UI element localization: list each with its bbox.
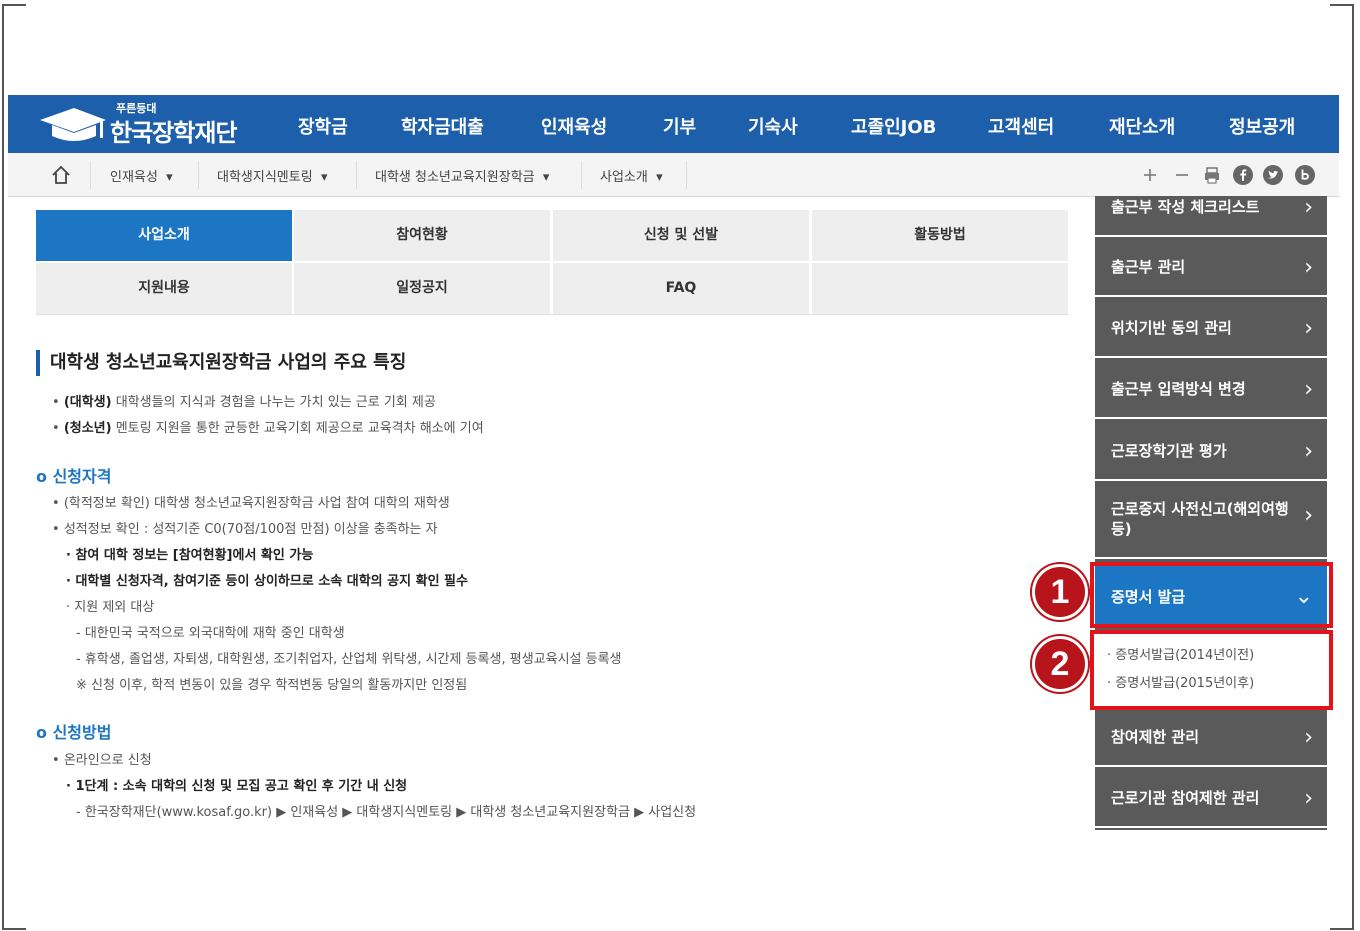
chevron-right-icon: › bbox=[1304, 377, 1313, 402]
home-icon[interactable] bbox=[50, 164, 72, 186]
chevron-right-icon: › bbox=[1304, 255, 1313, 280]
divider bbox=[686, 161, 687, 189]
chevron-down-icon: ▾ bbox=[166, 170, 173, 185]
section-heading-eligibility: o 신청자격 bbox=[36, 467, 112, 486]
chevron-down-icon: ▾ bbox=[320, 170, 328, 185]
facebook-icon[interactable] bbox=[1232, 164, 1254, 186]
chevron-right-icon: › bbox=[1304, 503, 1313, 528]
breadcrumb-item[interactable]: 인재육성 ▾ bbox=[110, 166, 173, 185]
list-item: • 성적정보 확인 : 성적기준 C0(70점/100점 만점) 이상을 충족하… bbox=[52, 522, 438, 537]
breadcrumb-item[interactable]: 대학생 청소년교육지원장학금 ▾ bbox=[375, 166, 549, 185]
chevron-right-icon: › bbox=[1304, 439, 1313, 464]
tab-participation[interactable]: 참여현황 bbox=[294, 210, 550, 261]
breadcrumb-item[interactable]: 대학생지식멘토링 ▾ bbox=[217, 166, 327, 185]
list-item: • (학적정보 확인) 대학생 청소년교육지원장학금 사업 참여 대학의 재학생 bbox=[52, 496, 450, 511]
step-badge-2: 2 bbox=[1032, 636, 1088, 692]
twitter-icon[interactable] bbox=[1262, 164, 1284, 186]
sidebar-item-input-method[interactable]: 출근부 입력방식 변경 › bbox=[1095, 360, 1327, 419]
site-logo[interactable]: 푸른등대 한국장학재단 bbox=[38, 100, 258, 148]
list-item: · 지원 제외 대상 bbox=[66, 600, 155, 615]
tab-support[interactable]: 지원내용 bbox=[36, 263, 292, 314]
sidebar-item-participation-restriction[interactable]: 참여제한 관리 › bbox=[1095, 708, 1327, 767]
divider bbox=[356, 161, 357, 189]
chevron-right-icon: › bbox=[1304, 786, 1313, 811]
menu-donation[interactable]: 기부 bbox=[663, 113, 696, 139]
breadcrumb-item[interactable]: 사업소개 ▾ bbox=[600, 166, 663, 185]
list-item: · 1단계 : 소속 대학의 신청 및 모집 공고 확인 후 기간 내 신청 bbox=[66, 779, 408, 794]
chevron-right-icon: › bbox=[1304, 316, 1313, 341]
breadcrumb: 인재육성 ▾ 대학생지식멘토링 ▾ 대학생 청소년교육지원장학금 ▾ 사업소개 … bbox=[8, 153, 1339, 197]
sidebar-menu: 출근부 작성 체크리스트 › 출근부 관리 › 위치기반 동의 관리 › 출근부 입력… bbox=[1095, 196, 1327, 830]
page-title: 대학생 청소년교육지원장학금 사업의 주요 특징 bbox=[36, 350, 406, 376]
list-item: • 온라인으로 신청 bbox=[52, 753, 152, 768]
sidebar-item-work-suspension[interactable]: 근로중지 사전신고(해외여행 등) › bbox=[1095, 483, 1327, 559]
print-icon[interactable] bbox=[1201, 164, 1223, 186]
divider bbox=[198, 161, 199, 189]
menu-customer-center[interactable]: 고객센터 bbox=[988, 113, 1054, 139]
logo-name: 한국장학재단 bbox=[110, 119, 237, 147]
menu-public-info[interactable]: 정보공개 bbox=[1229, 113, 1295, 139]
divider bbox=[581, 161, 582, 189]
list-item: - 한국장학재단(www.kosaf.go.kr) ▶ 인재육성 ▶ 대학생지식… bbox=[76, 805, 697, 820]
sidebar-item-institution-evaluation[interactable]: 근로장학기관 평가 › bbox=[1095, 422, 1327, 481]
tab-application[interactable]: 신청 및 선발 bbox=[553, 210, 809, 261]
circle-bullet-icon: o bbox=[36, 467, 47, 486]
menu-student-loan[interactable]: 학자금대출 bbox=[401, 113, 484, 139]
sidebar-item-location-consent[interactable]: 위치기반 동의 관리 › bbox=[1095, 299, 1327, 358]
list-item: - 휴학생, 졸업생, 자퇴생, 대학원생, 조기취업자, 산업체 위탁생, 시… bbox=[76, 652, 622, 667]
highlight-box-2 bbox=[1090, 630, 1333, 710]
list-item: ※ 신청 이후, 학적 변동이 있을 경우 학적변동 당일의 활동까지만 인정됨 bbox=[76, 678, 468, 693]
step-badge-1: 1 bbox=[1032, 564, 1088, 620]
chevron-right-icon: › bbox=[1304, 196, 1313, 220]
blog-icon[interactable] bbox=[1294, 164, 1316, 186]
chevron-down-icon: ▾ bbox=[656, 170, 663, 185]
chevron-down-icon: ▾ bbox=[542, 170, 550, 185]
tab-faq[interactable]: FAQ bbox=[553, 263, 809, 314]
circle-bullet-icon: o bbox=[36, 723, 47, 742]
list-item: • (대학생) 대학생들의 지식과 경험을 나누는 가치 있는 근로 기회 제공 bbox=[52, 395, 436, 410]
sidebar-item-institution-restriction[interactable]: 근로기관 참여제한 관리 › bbox=[1095, 769, 1327, 828]
divider bbox=[90, 161, 91, 189]
top-navigation-bar: 푸른등대 한국장학재단 장학금 학자금대출 인재육성 기부 기숙사 고졸인JOB… bbox=[8, 95, 1339, 153]
highlight-box-1 bbox=[1090, 562, 1333, 628]
menu-scholarship[interactable]: 장학금 bbox=[298, 113, 348, 139]
section-heading-application: o 신청방법 bbox=[36, 723, 112, 742]
list-item: - 대한민국 국적으로 외국대학에 재학 중인 대학생 bbox=[76, 626, 345, 641]
content-tabs: 사업소개 참여현황 신청 및 선발 활동방법 지원내용 일정공지 FAQ bbox=[36, 210, 1069, 314]
graduation-cap-icon bbox=[40, 108, 106, 141]
menu-dormitory[interactable]: 기숙사 bbox=[748, 113, 798, 139]
tab-overview[interactable]: 사업소개 bbox=[36, 210, 292, 261]
menu-about[interactable]: 재단소개 bbox=[1109, 113, 1175, 139]
chevron-right-icon: › bbox=[1304, 725, 1313, 750]
list-item: · 대학별 신청자격, 참여기준 등이 상이하므로 소속 대학의 공지 확인 필… bbox=[66, 574, 468, 589]
list-item: • (청소년) 멘토링 지원을 통한 균등한 교육기회 제공으로 교육격차 해소… bbox=[52, 421, 484, 436]
sidebar-item-attendance-checklist[interactable]: 출근부 작성 체크리스트 › bbox=[1095, 196, 1327, 237]
tab-empty bbox=[812, 263, 1068, 314]
plus-icon[interactable] bbox=[1139, 164, 1161, 186]
list-item: · 참여 대학 정보는 [참여현황]에서 확인 가능 bbox=[66, 548, 314, 563]
tab-schedule[interactable]: 일정공지 bbox=[294, 263, 550, 314]
minus-icon[interactable] bbox=[1171, 164, 1193, 186]
menu-highschool-job[interactable]: 고졸인JOB bbox=[851, 113, 936, 139]
menu-talent-development[interactable]: 인재육성 bbox=[541, 113, 607, 139]
tab-activity-method[interactable]: 활동방법 bbox=[812, 210, 1068, 261]
sidebar-item-attendance-management[interactable]: 출근부 관리 › bbox=[1095, 238, 1327, 297]
divider bbox=[36, 314, 1069, 315]
